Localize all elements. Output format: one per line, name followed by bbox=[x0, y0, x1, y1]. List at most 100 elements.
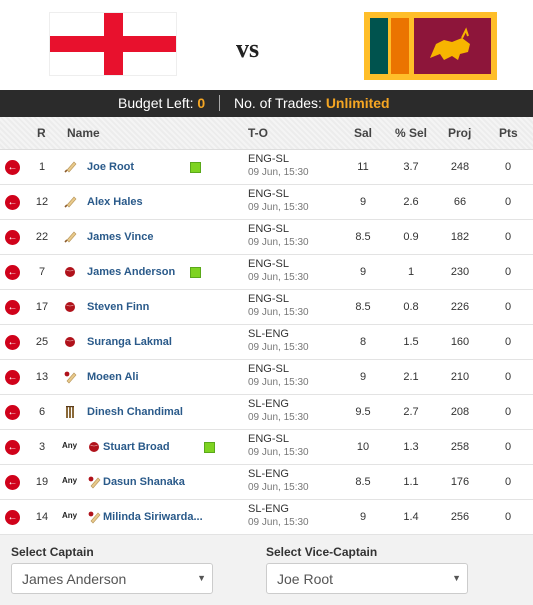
table-header: R Name T-O Sal % Sel Proj Pts bbox=[0, 117, 533, 150]
team-opponent-code: ENG-SL bbox=[248, 188, 289, 200]
player-name-link[interactable]: Alex Hales bbox=[87, 196, 143, 208]
salary: 8.5 bbox=[355, 476, 371, 488]
percent-selected: 2.1 bbox=[403, 371, 419, 383]
divider bbox=[219, 95, 221, 111]
match-time: 09 Jun, 15:30 bbox=[248, 482, 309, 493]
table-row: ← 6 Dinesh Chandimal SL-ENG 09 Jun, 15:30 9.5… bbox=[0, 395, 533, 430]
budget-left-label: Budget Left: bbox=[118, 95, 194, 111]
percent-selected: 3.7 bbox=[403, 161, 419, 173]
team-opponent: ENG-SL 09 Jun, 15:30 bbox=[248, 433, 309, 459]
remove-player-icon[interactable]: ← bbox=[5, 475, 20, 490]
player-name-link[interactable]: James Vince bbox=[87, 231, 153, 243]
header-pts[interactable]: Pts bbox=[499, 126, 518, 140]
table-row: ← 19 Any Dasun Shanaka SL-ENG 09 Jun, 15:30 8.… bbox=[0, 465, 533, 500]
any-position-label: Any bbox=[62, 441, 78, 450]
remove-player-icon[interactable]: ← bbox=[5, 335, 20, 350]
table-row: ← 22 James Vince ENG-SL 09 Jun, 15:30 8.5 0.9 1… bbox=[0, 220, 533, 255]
table-row: ← 13 Moeen Ali ENG-SL 09 Jun, 15:30 9 2.1 210 0 bbox=[0, 360, 533, 395]
percent-selected: 0.8 bbox=[403, 301, 419, 313]
team-opponent: ENG-SL 09 Jun, 15:30 bbox=[248, 258, 309, 284]
header-r[interactable]: R bbox=[37, 126, 46, 140]
player-name-link[interactable]: Joe Root bbox=[87, 161, 134, 173]
percent-selected: 1.4 bbox=[403, 511, 419, 523]
vice-captain-select[interactable]: Joe Root ▼ bbox=[266, 563, 468, 594]
header-sal[interactable]: Sal bbox=[354, 126, 372, 140]
projected-points: 248 bbox=[450, 161, 470, 173]
team-opponent: ENG-SL 09 Jun, 15:30 bbox=[248, 188, 309, 214]
match-time: 09 Jun, 15:30 bbox=[248, 307, 309, 318]
team-opponent-code: ENG-SL bbox=[248, 293, 289, 305]
player-rank: 13 bbox=[35, 371, 49, 383]
match-time: 09 Jun, 15:30 bbox=[248, 272, 309, 283]
percent-selected: 1.3 bbox=[403, 441, 419, 453]
table-row: ← 17 Steven Finn ENG-SL 09 Jun, 15:30 8.5 0.8 2… bbox=[0, 290, 533, 325]
points: 0 bbox=[504, 406, 512, 418]
player-rank: 3 bbox=[38, 441, 46, 453]
points: 0 bbox=[504, 371, 512, 383]
all-rounder-icon bbox=[87, 510, 101, 524]
salary: 9.5 bbox=[355, 406, 371, 418]
projected-points: 230 bbox=[450, 266, 470, 278]
player-name-link[interactable]: Steven Finn bbox=[87, 301, 149, 313]
team-opponent: ENG-SL 09 Jun, 15:30 bbox=[248, 153, 309, 179]
table-row: ← 1 Joe Root ENG-SL 09 Jun, 15:30 11 3.7 248 0 bbox=[0, 150, 533, 185]
selected-indicator-icon bbox=[190, 267, 201, 278]
player-name-link[interactable]: Moeen Ali bbox=[87, 371, 139, 383]
points: 0 bbox=[504, 476, 512, 488]
player-table: ← 1 Joe Root ENG-SL 09 Jun, 15:30 11 3.7 248 0 ← 1… bbox=[0, 150, 533, 535]
table-row: ← 3 Any Stuart Broad ENG-SL 09 Jun, 15:30 10 1.… bbox=[0, 430, 533, 465]
points: 0 bbox=[504, 161, 512, 173]
remove-player-icon[interactable]: ← bbox=[5, 300, 20, 315]
remove-player-icon[interactable]: ← bbox=[5, 160, 20, 175]
match-time: 09 Jun, 15:30 bbox=[248, 342, 309, 353]
captain-select[interactable]: James Anderson ▼ bbox=[11, 563, 213, 594]
projected-points: 226 bbox=[450, 301, 470, 313]
player-rank: 7 bbox=[38, 266, 46, 278]
captain-value: James Anderson bbox=[22, 571, 127, 587]
remove-player-icon[interactable]: ← bbox=[5, 265, 20, 280]
player-name-link[interactable]: James Anderson bbox=[87, 266, 175, 278]
remove-player-icon[interactable]: ← bbox=[5, 405, 20, 420]
selected-indicator-icon bbox=[204, 442, 215, 453]
header-name[interactable]: Name bbox=[67, 126, 100, 140]
points: 0 bbox=[504, 196, 512, 208]
player-rank: 6 bbox=[38, 406, 46, 418]
projected-points: 210 bbox=[450, 371, 470, 383]
player-name-link[interactable]: Dasun Shanaka bbox=[103, 476, 185, 488]
any-position-label: Any bbox=[62, 511, 78, 520]
team-opponent-code: ENG-SL bbox=[248, 153, 289, 165]
player-rank: 25 bbox=[35, 336, 49, 348]
budget-left-value: 0 bbox=[197, 95, 206, 111]
header-proj[interactable]: Proj bbox=[448, 126, 471, 140]
percent-selected: 1.5 bbox=[403, 336, 419, 348]
vs-label: vs bbox=[236, 34, 260, 63]
remove-player-icon[interactable]: ← bbox=[5, 510, 20, 525]
remove-player-icon[interactable]: ← bbox=[5, 195, 20, 210]
salary: 9 bbox=[359, 511, 367, 523]
selected-indicator-icon bbox=[190, 162, 201, 173]
all-rounder-icon bbox=[87, 475, 101, 489]
player-name-link[interactable]: Milinda Siriwarda... bbox=[103, 511, 203, 523]
player-name-link[interactable]: Dinesh Chandimal bbox=[87, 406, 183, 418]
captain-label: Select Captain bbox=[11, 545, 94, 559]
remove-player-icon[interactable]: ← bbox=[5, 440, 20, 455]
match-time: 09 Jun, 15:30 bbox=[248, 517, 309, 528]
match-time: 09 Jun, 15:30 bbox=[248, 167, 309, 178]
projected-points: 256 bbox=[450, 511, 470, 523]
team-opponent: SL-ENG 09 Jun, 15:30 bbox=[248, 503, 309, 529]
header-to[interactable]: T-O bbox=[248, 126, 268, 140]
salary: 9 bbox=[359, 196, 367, 208]
salary: 10 bbox=[356, 441, 370, 453]
header-pct[interactable]: % Sel bbox=[395, 126, 427, 140]
projected-points: 182 bbox=[450, 231, 470, 243]
match-time: 09 Jun, 15:30 bbox=[248, 202, 309, 213]
player-rank: 19 bbox=[35, 476, 49, 488]
remove-player-icon[interactable]: ← bbox=[5, 230, 20, 245]
percent-selected: 1.1 bbox=[403, 476, 419, 488]
projected-points: 258 bbox=[450, 441, 470, 453]
player-name-link[interactable]: Suranga Lakmal bbox=[87, 336, 172, 348]
ball-icon bbox=[87, 440, 101, 454]
remove-player-icon[interactable]: ← bbox=[5, 370, 20, 385]
player-name-link[interactable]: Stuart Broad bbox=[103, 441, 170, 453]
points: 0 bbox=[504, 266, 512, 278]
